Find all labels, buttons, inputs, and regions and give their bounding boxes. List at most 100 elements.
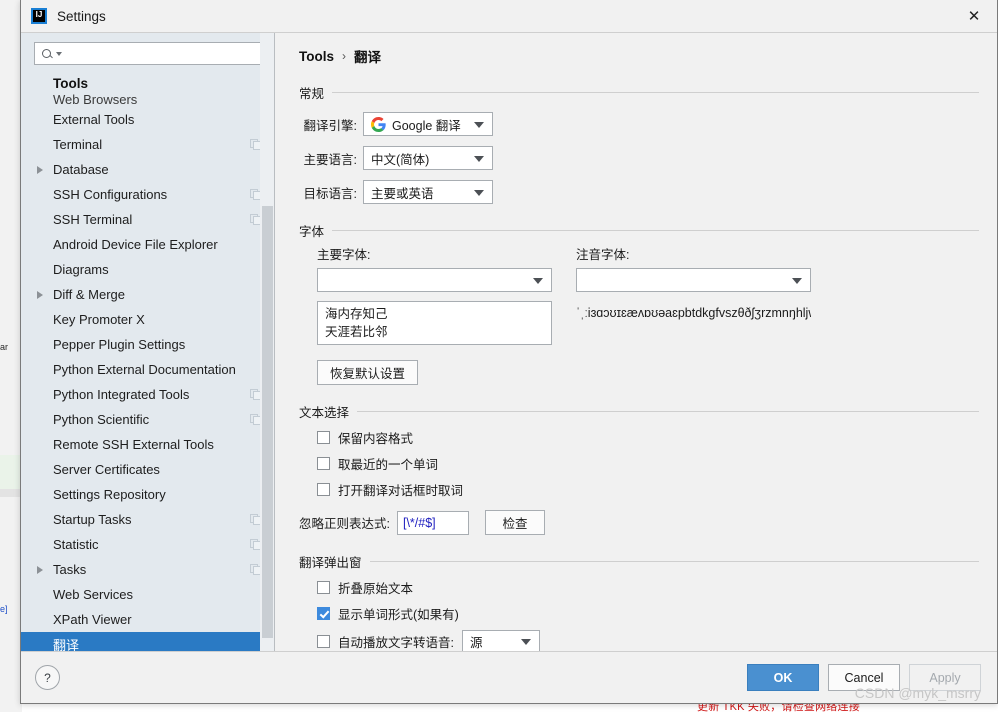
sidebar-item-ssh-terminal[interactable]: SSH Terminal bbox=[21, 207, 274, 232]
popup-option-checkbox[interactable] bbox=[317, 607, 330, 620]
sidebar-item-pepper-plugin-settings[interactable]: Pepper Plugin Settings bbox=[21, 332, 274, 357]
tts-checkbox[interactable] bbox=[317, 634, 330, 648]
primary-language-value: 中文(简体) bbox=[371, 152, 430, 167]
field-translation-engine: 翻译引擎: Google 翻译 bbox=[299, 112, 979, 136]
phonetic-font-column: 注音字体: ˈˌːiɜɑɔʊɪɛæʌɒʊəaɛpbtdkgfvszθðʃʒrzm… bbox=[576, 244, 811, 351]
sample-line-1: 海内存知己 bbox=[325, 307, 388, 321]
restore-defaults-button[interactable]: 恢复默认设置 bbox=[317, 360, 419, 385]
sidebar-item-diagrams[interactable]: Diagrams bbox=[21, 257, 274, 282]
sidebar-item-ssh-configurations[interactable]: SSH Configurations bbox=[21, 182, 274, 207]
ok-button[interactable]: OK bbox=[747, 664, 819, 691]
sidebar-item-label: SSH Configurations bbox=[53, 187, 168, 202]
intellij-idea-icon bbox=[31, 8, 47, 24]
popup-option-label: 折叠原始文本 bbox=[338, 582, 414, 596]
search-input[interactable] bbox=[62, 43, 263, 64]
tts-label: 自动播放文字转语音: bbox=[338, 635, 454, 650]
sidebar-item-database[interactable]: Database bbox=[21, 157, 274, 182]
phonetic-font-dropdown[interactable] bbox=[576, 268, 811, 292]
text-selection-option-checkbox[interactable] bbox=[317, 431, 330, 444]
sidebar-item-remote-ssh-external-tools[interactable]: Remote SSH External Tools bbox=[21, 432, 274, 457]
sidebar-item-python-integrated-tools[interactable]: Python Integrated Tools bbox=[21, 382, 274, 407]
sidebar-item-label: Web Browsers bbox=[53, 93, 138, 107]
sidebar-item-settings-repository[interactable]: Settings Repository bbox=[21, 482, 274, 507]
apply-button[interactable]: Apply bbox=[909, 664, 981, 691]
font-columns: 主要字体: 海内存知己 天涯若比邻 注音字体: ˈˌːiɜɑɔʊɪɛæʌɒʊəa… bbox=[293, 244, 979, 351]
text-selection-option-label: 保留内容格式 bbox=[338, 432, 414, 446]
dialog-body: Tools Web Browsers External Tools Terminal… bbox=[21, 32, 997, 651]
sidebar-item-android-device-file-explorer[interactable]: Android Device File Explorer bbox=[21, 232, 274, 257]
section-general-body: 翻译引擎: Google 翻译 主要语言: 中文(简体) 目标语言: 主要或英语 bbox=[293, 112, 979, 204]
section-popup: 翻译弹出窗 折叠原始文本显示单词形式(如果有) 自动播放文字转语音: 源 bbox=[293, 552, 979, 651]
target-language-value: 主要或英语 bbox=[371, 186, 434, 201]
text-selection-option-label: 打开翻译对话框时取词 bbox=[338, 484, 464, 498]
text-selection-option-checkbox[interactable] bbox=[317, 483, 330, 496]
chevron-down-icon bbox=[792, 278, 802, 284]
breadcrumb-root[interactable]: Tools bbox=[299, 49, 334, 64]
field-primary-language: 主要语言: 中文(简体) bbox=[299, 146, 979, 170]
sidebar-item-label: Python Integrated Tools bbox=[53, 387, 190, 402]
primary-language-dropdown[interactable]: 中文(简体) bbox=[363, 146, 493, 170]
target-language-dropdown[interactable]: 主要或英语 bbox=[363, 180, 493, 204]
field-target-language: 目标语言: 主要或英语 bbox=[299, 180, 979, 204]
sidebar-item-web-services[interactable]: Web Services bbox=[21, 582, 274, 607]
section-popup-title: 翻译弹出窗 bbox=[293, 552, 979, 571]
engine-dropdown[interactable]: Google 翻译 bbox=[363, 112, 493, 136]
background-text-fragment-1: ar bbox=[0, 342, 9, 352]
close-icon[interactable]: ✕ bbox=[951, 0, 997, 32]
popup-options: 折叠原始文本显示单词形式(如果有) bbox=[293, 578, 979, 623]
breadcrumb: Tools › 翻译 bbox=[293, 33, 979, 66]
help-button[interactable]: ? bbox=[35, 665, 60, 690]
sidebar-item-python-scientific[interactable]: Python Scientific bbox=[21, 407, 274, 432]
text-selection-options: 保留内容格式 取最近的一个单词 打开翻译对话框时取词 bbox=[293, 428, 979, 499]
primary-font-dropdown[interactable] bbox=[317, 268, 552, 292]
regex-input[interactable] bbox=[396, 510, 469, 535]
regex-label: 忽略正则表达式: bbox=[299, 517, 390, 531]
chevron-down-icon bbox=[474, 156, 484, 162]
chevron-down-icon bbox=[474, 190, 484, 196]
search-box[interactable] bbox=[34, 42, 264, 65]
section-popup-label: 翻译弹出窗 bbox=[299, 556, 362, 570]
chevron-right-icon[interactable] bbox=[37, 565, 43, 574]
popup-option-checkbox[interactable] bbox=[317, 581, 330, 594]
sidebar-item-startup-tasks[interactable]: Startup Tasks bbox=[21, 507, 274, 532]
sidebar-item-terminal[interactable]: Terminal bbox=[21, 132, 274, 157]
sidebar-item-python-external-documentation[interactable]: Python External Documentation bbox=[21, 357, 274, 382]
sidebar-item-label: 翻译 bbox=[53, 638, 80, 651]
text-selection-option-row: 保留内容格式 bbox=[293, 428, 979, 447]
engine-label: 翻译引擎: bbox=[303, 118, 357, 133]
chevron-right-icon[interactable] bbox=[37, 165, 43, 174]
primary-font-column: 主要字体: 海内存知己 天涯若比邻 bbox=[317, 244, 552, 351]
popup-option-label: 显示单词形式(如果有) bbox=[338, 608, 459, 622]
check-regex-button[interactable]: 检查 bbox=[484, 510, 545, 535]
sidebar-item-server-certificates[interactable]: Server Certificates bbox=[21, 457, 274, 482]
sidebar-item-label: Server Certificates bbox=[53, 462, 160, 477]
tts-source-dropdown[interactable]: 源 bbox=[461, 630, 540, 651]
section-general: 常规 翻译引擎: Google 翻译 主要语言: 中文(简体) 目标语言: 主要… bbox=[293, 83, 979, 204]
sidebar-item-tasks[interactable]: Tasks bbox=[21, 557, 274, 582]
sidebar-item-label: Python External Documentation bbox=[53, 362, 236, 377]
sidebar-scrollbar-thumb[interactable] bbox=[262, 206, 273, 638]
chevron-right-icon[interactable] bbox=[37, 290, 43, 299]
section-font: 字体 主要字体: 海内存知己 天涯若比邻 注音字体: ˈˌːiɜɑɔʊɪɛæʌɒ… bbox=[293, 221, 979, 385]
primary-font-label: 主要字体: bbox=[317, 248, 371, 262]
sidebar-item-xpath-viewer[interactable]: XPath Viewer bbox=[21, 607, 274, 632]
background-text-fragment-2: e] bbox=[0, 604, 8, 614]
primary-language-label: 主要语言: bbox=[303, 152, 357, 167]
popup-option-row: 显示单词形式(如果有) bbox=[293, 604, 979, 623]
sidebar-item-label: Tasks bbox=[53, 562, 87, 577]
section-font-title: 字体 bbox=[293, 221, 979, 240]
tts-source-value: 源 bbox=[469, 635, 483, 650]
sidebar-item-label: Web Services bbox=[53, 587, 133, 602]
sidebar-item-web-browsers[interactable]: Web Browsers bbox=[21, 93, 274, 107]
sidebar-item-statistic[interactable]: Statistic bbox=[21, 532, 274, 557]
cancel-button[interactable]: Cancel bbox=[828, 664, 900, 691]
sidebar-item-external-tools[interactable]: External Tools bbox=[21, 107, 274, 132]
sidebar-scrollbar-track[interactable] bbox=[260, 33, 274, 651]
sidebar-item-label: External Tools bbox=[53, 112, 135, 127]
sidebar-item-key-promoter-x[interactable]: Key Promoter X bbox=[21, 307, 274, 332]
sidebar-item-diff-merge[interactable]: Diff & Merge bbox=[21, 282, 274, 307]
sidebar-item-label: Key Promoter X bbox=[53, 312, 145, 327]
text-selection-option-checkbox[interactable] bbox=[317, 457, 330, 470]
section-text-selection-label: 文本选择 bbox=[299, 406, 350, 420]
sidebar-item-[interactable]: 翻译 bbox=[21, 632, 274, 651]
